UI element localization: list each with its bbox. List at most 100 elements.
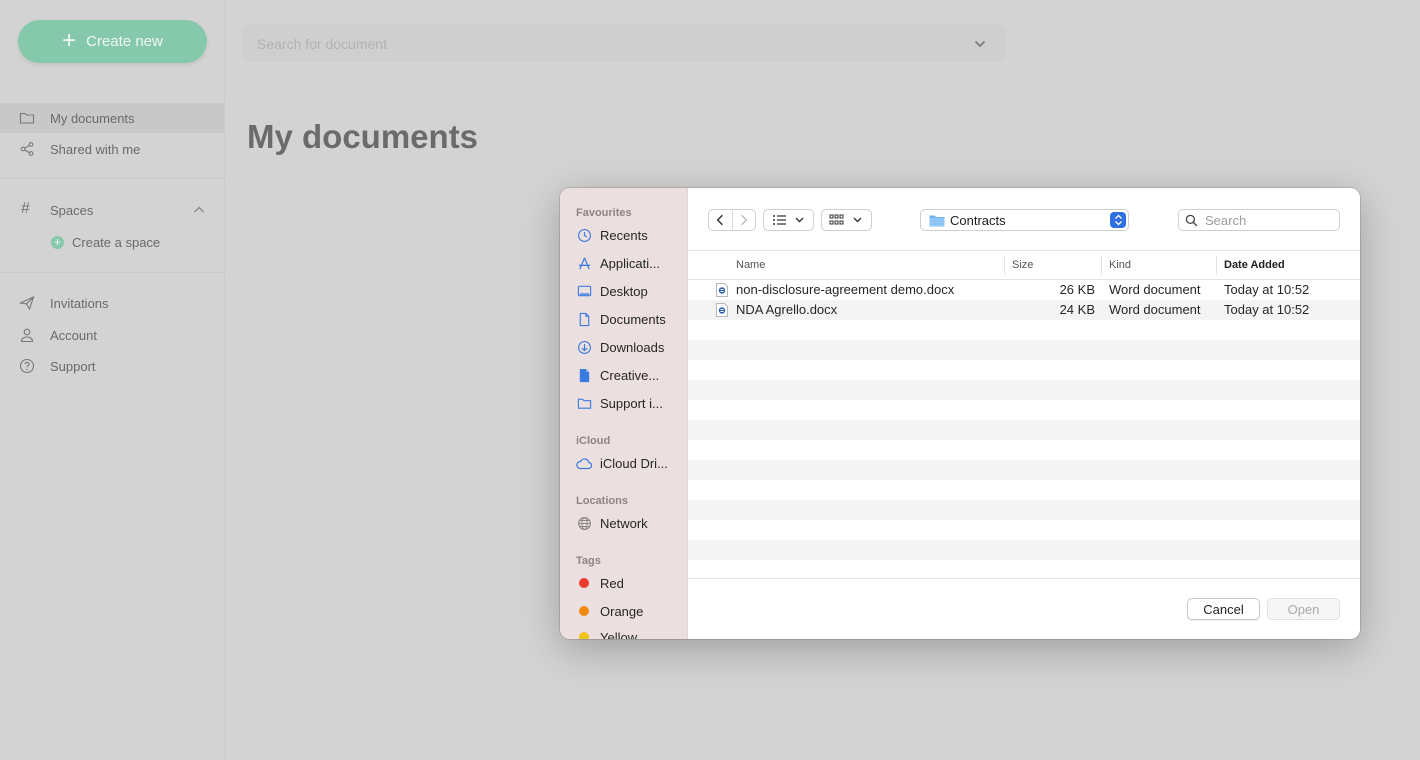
empty-row: [688, 400, 1360, 420]
empty-row: [688, 520, 1360, 540]
nav-invitations[interactable]: Invitations: [0, 288, 225, 318]
plus-icon: +: [62, 26, 77, 54]
question-circle-icon: [19, 358, 35, 374]
sidebar-item-label: Network: [600, 515, 648, 531]
create-new-button[interactable]: + Create new: [18, 20, 207, 63]
file-date: Today at 10:52: [1224, 282, 1310, 297]
folder-icon: [577, 398, 591, 409]
sidebar-item-desktop[interactable]: Desktop: [576, 280, 684, 302]
list-view-button[interactable]: [763, 209, 814, 231]
column-name[interactable]: Name: [736, 259, 765, 271]
sidebar-item-recents[interactable]: Recents: [576, 224, 684, 246]
person-icon: [20, 328, 34, 343]
empty-row: [688, 540, 1360, 560]
chevron-down-icon[interactable]: [973, 37, 987, 51]
nav-label: Support: [50, 358, 96, 374]
sidebar-item-label: Recents: [600, 227, 648, 243]
word-document-icon: [716, 283, 728, 297]
column-kind[interactable]: Kind: [1109, 259, 1131, 271]
empty-row: [688, 420, 1360, 440]
create-space-label: Create a space: [72, 234, 161, 250]
paper-plane-icon: [19, 295, 35, 311]
sidebar-item-icloud-drive[interactable]: iCloud Dri...: [576, 452, 684, 474]
empty-row: [688, 500, 1360, 520]
file-icon: [579, 368, 589, 382]
nav-my-documents[interactable]: My documents: [0, 103, 225, 133]
back-forward-control: [708, 209, 756, 231]
dialog-search-field[interactable]: [1178, 209, 1340, 231]
file-size: 26 KB: [1059, 282, 1095, 297]
cancel-button[interactable]: Cancel: [1187, 598, 1260, 620]
sidebar-item-creative[interactable]: Creative...: [576, 364, 684, 386]
sidebar-item-applications[interactable]: Applicati...: [576, 252, 684, 274]
hash-icon: #: [21, 200, 30, 217]
location-label: Contracts: [950, 212, 1006, 228]
nav-account[interactable]: Account: [0, 320, 225, 350]
column-separator: [1004, 256, 1005, 275]
document-search-input[interactable]: Search for document: [243, 25, 1005, 62]
empty-row: [688, 320, 1360, 340]
sidebar-item-documents[interactable]: Documents: [576, 308, 684, 330]
download-icon: [577, 340, 591, 354]
empty-row: [688, 360, 1360, 380]
tag-dot-icon: [579, 606, 589, 616]
sidebar-item-downloads[interactable]: Downloads: [576, 336, 684, 358]
nav-label: My documents: [50, 110, 135, 126]
chevron-up-icon[interactable]: [193, 204, 205, 216]
tag-dot-icon: [579, 632, 589, 639]
divider: [0, 178, 225, 179]
sidebar-item-label: Yellow: [600, 629, 638, 640]
document-icon: [579, 312, 589, 326]
page-title: My documents: [247, 118, 479, 155]
file-row[interactable]: NDA Agrello.docx 24 KB Word document Tod…: [688, 300, 1360, 320]
sidebar-item-label: Downloads: [600, 339, 665, 355]
word-document-icon: [716, 303, 728, 317]
updown-chevron-icon: [1110, 212, 1126, 228]
nav-label: Spaces: [50, 202, 94, 218]
location-popup[interactable]: Contracts: [920, 209, 1129, 231]
file-date: Today at 10:52: [1224, 302, 1310, 317]
tags-title: Tags: [576, 555, 601, 567]
locations-title: Locations: [576, 495, 628, 507]
sidebar-item-tag-yellow[interactable]: Yellow: [576, 626, 684, 639]
plus-circle-icon: +: [51, 236, 64, 249]
sidebar-item-tag-orange[interactable]: Orange: [576, 600, 684, 622]
open-button[interactable]: Open: [1267, 598, 1340, 620]
column-separator: [1101, 256, 1102, 275]
file-kind: Word document: [1109, 282, 1201, 297]
favourites-title: Favourites: [576, 207, 632, 219]
globe-icon: [577, 516, 591, 530]
create-space-button[interactable]: + Create a space: [0, 227, 225, 257]
sidebar-item-tag-red[interactable]: Red: [576, 572, 684, 594]
sidebar-item-label: iCloud Dri...: [600, 455, 668, 471]
folder-icon: [929, 215, 945, 226]
sidebar-item-label: Desktop: [600, 283, 648, 299]
divider: [0, 272, 225, 273]
file-name: NDA Agrello.docx: [736, 302, 838, 317]
nav-spaces[interactable]: # Spaces: [0, 195, 225, 225]
nav-label: Account: [50, 327, 97, 343]
icloud-title: iCloud: [576, 435, 611, 447]
search-placeholder: Search for document: [257, 35, 387, 52]
file-row[interactable]: non-disclosure-agreement demo.docx 26 KB…: [688, 280, 1360, 300]
back-button[interactable]: [709, 210, 732, 230]
sidebar-item-label: Red: [600, 575, 624, 591]
grid-view-button[interactable]: [821, 209, 872, 231]
nav-shared-with-me[interactable]: Shared with me: [0, 134, 225, 164]
empty-row: [688, 340, 1360, 360]
sidebar-item-network[interactable]: Network: [576, 512, 684, 534]
sidebar-item-support[interactable]: Support i...: [576, 392, 684, 414]
list-view-icon: [772, 215, 803, 225]
column-size[interactable]: Size: [1012, 259, 1033, 271]
nav-label: Invitations: [50, 295, 109, 311]
app-sidebar: + Create new My documents Shared with me…: [0, 0, 225, 760]
nav-support[interactable]: Support: [0, 351, 225, 381]
dialog-search-input[interactable]: [1205, 212, 1335, 228]
column-date-added[interactable]: Date Added: [1224, 259, 1285, 271]
empty-row: [688, 560, 1360, 578]
sidebar-item-label: Support i...: [600, 395, 663, 411]
clock-icon: [577, 228, 591, 242]
sidebar-item-label: Documents: [600, 311, 666, 327]
forward-button[interactable]: [733, 210, 755, 230]
empty-row: [688, 480, 1360, 500]
